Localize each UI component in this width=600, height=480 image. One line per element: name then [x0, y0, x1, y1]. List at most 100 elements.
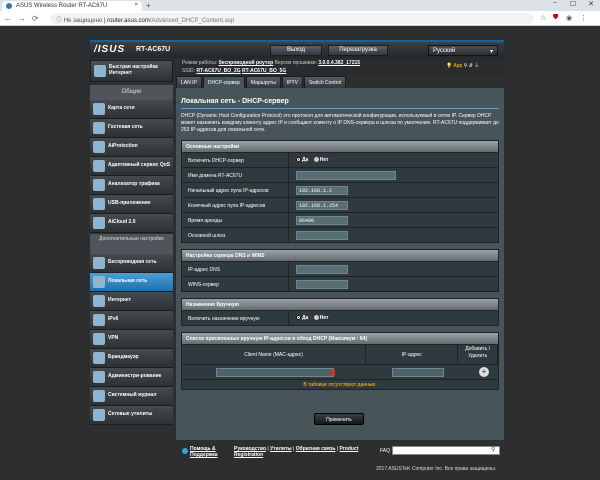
sidebar-item-traffic-analyzer[interactable]: Анализатор трафика [90, 176, 173, 195]
tab-dhcp-server[interactable]: DHCP-сервер [202, 76, 245, 88]
start-ip-row: Начальный адрес пула IP-адресов 192.168.… [182, 182, 498, 197]
ssid-2g[interactable]: RT-AC67U_BO_2G [196, 68, 240, 74]
sidebar-item-lan[interactable]: Локальная сеть [90, 273, 173, 292]
forward-button[interactable]: → [18, 14, 26, 23]
language-select[interactable]: Русский ▾ [428, 45, 498, 56]
firmware-label: Версия прошивки: [274, 60, 317, 66]
sidebar-item-label: USB-приложение [108, 200, 151, 206]
wins-label: WINS-сервер [188, 282, 219, 288]
dhcp-yes-radio[interactable] [296, 157, 301, 163]
sidebar-item-label: Сетевые утилиты [108, 411, 153, 417]
lease-input[interactable]: 86400 [296, 216, 348, 225]
search-icon[interactable]: ⚲ [491, 446, 495, 453]
sidebar-item-usb[interactable]: USB-приложение [90, 195, 173, 214]
wins-row: WINS-сервер [182, 276, 498, 291]
general-section-header: Общие [90, 85, 173, 100]
favicon-icon [6, 3, 12, 9]
help-link[interactable]: Помощь & Поддержка [190, 446, 230, 458]
sidebar-item-vpn[interactable]: VPN [90, 330, 173, 349]
utilities-link[interactable]: Утилиты [270, 446, 292, 452]
sidebar-item-administration[interactable]: Администри-рование [90, 368, 173, 387]
help-icon [182, 448, 188, 454]
advanced-section-header: Дополнительные настройки [90, 234, 173, 254]
start-ip-input[interactable]: 192.168.1.2 [296, 186, 348, 195]
basic-settings-group: Основные настройки Включить DHCP-сервер … [181, 140, 499, 243]
language-value: Русский [433, 48, 456, 54]
mac-dropdown-icon[interactable] [330, 369, 335, 376]
minimize-button[interactable]: − [546, 0, 564, 11]
app-label[interactable]: App [453, 63, 462, 69]
reboot-button[interactable]: Перезагрузка [328, 45, 388, 56]
sidebar-item-label: VPN [108, 335, 119, 341]
sidebar-item-wireless[interactable]: Беспроводная сеть [90, 254, 173, 273]
close-window-button[interactable]: ✕ [582, 0, 600, 11]
sidebar-item-firewall[interactable]: Брандмауэр [90, 349, 173, 368]
menu-icon[interactable]: ⋮ [580, 14, 587, 22]
manual-assignment-group: Назначение Вручную Включить назначение в… [181, 298, 499, 326]
tab-routes[interactable]: Маршруты [245, 76, 281, 88]
dns-wins-header: Настройка сервера DNS и WINS [182, 250, 498, 261]
firmware-link[interactable]: 3.0.0.4.382_17215 [318, 60, 360, 66]
basic-settings-header: Основные настройки [182, 141, 498, 152]
sidebar-item-wan[interactable]: Интернет [90, 292, 173, 311]
gateway-input[interactable] [296, 231, 348, 240]
sidebar-item-network-tools[interactable]: Сетевые утилиты [90, 406, 173, 425]
tab-switch-control[interactable]: Switch Control [303, 76, 347, 88]
mode-link[interactable]: беспроводной роутер [219, 60, 274, 66]
url-path: /Advanced_DHCP_Content.asp [149, 18, 235, 24]
sidebar-item-label: AiCloud 2.0 [108, 219, 136, 225]
maximize-button[interactable]: ☐ [564, 0, 582, 11]
manual-row: Включить назначение вручную Да Нет [182, 310, 498, 325]
sidebar-item-ipv6[interactable]: IPv6 [90, 311, 173, 330]
tab-close-icon[interactable]: × [134, 2, 138, 8]
wins-input[interactable] [296, 280, 348, 289]
bulb-icon[interactable]: 💡 [446, 63, 452, 69]
sidebar-item-label: Интернет [108, 297, 132, 303]
logout-button[interactable]: Выход [270, 45, 322, 56]
sidebar-item-aiprotection[interactable]: AiProtection [90, 138, 173, 157]
copyright: 2017 ASUSTeK Computer Inc. Все права защ… [376, 466, 497, 472]
faq-search-input[interactable] [392, 446, 500, 455]
mac-input[interactable] [216, 368, 334, 377]
footer: Помощь & Поддержка Руководство | Утилиты… [176, 445, 504, 461]
dns-input[interactable] [296, 265, 348, 274]
end-ip-input[interactable]: 192.168.1.254 [296, 201, 348, 210]
sidebar-item-system-log[interactable]: Системный журнал [90, 387, 173, 406]
main-panel: Локальная сеть - DHCP-сервер DHCP (Dynam… [176, 88, 504, 440]
tab-lan-ip[interactable]: LAN IP [176, 76, 202, 88]
account-icon[interactable]: ◉ [566, 14, 572, 22]
manual-no-radio[interactable] [313, 315, 319, 321]
shield-extension-icon[interactable]: ⛊ [553, 14, 558, 22]
browser-tab[interactable]: ASUS Wireless Router RT-AC67U × [2, 1, 142, 11]
sidebar-item-aicloud[interactable]: AiCloud 2.0 [90, 214, 173, 233]
sidebar-item-label: Брандмауэр [108, 354, 139, 360]
sidebar-item-guest-network[interactable]: Гостевая сеть [90, 119, 173, 138]
ip-input[interactable] [392, 368, 444, 377]
sidebar-item-qos[interactable]: Адаптивный сервис QoS [90, 157, 173, 176]
ssid-5g[interactable]: RT-AC67U_BO_5G [242, 68, 286, 74]
network-icon[interactable]: ⚲ ⇵ ⏚ [464, 63, 480, 69]
sub-tabs: LAN IP DHCP-сервер Маршруты IPTV Switch … [176, 76, 347, 88]
quick-setup-button[interactable]: Быстрая настройка Интернет [90, 60, 173, 82]
apply-button[interactable]: Применить [314, 413, 364, 425]
guest-network-icon [93, 122, 105, 134]
manual-assignment-header: Назначение Вручную [182, 299, 498, 310]
tab-iptv[interactable]: IPTV [281, 76, 303, 88]
lan-icon [93, 276, 105, 288]
add-icon[interactable]: + [479, 367, 489, 377]
dhcp-yes-label: Да [302, 157, 309, 163]
feedback-link[interactable]: Обратная связь [296, 446, 336, 452]
reload-button[interactable]: ⟳ [32, 14, 39, 23]
not-secure-label: Не защищено [63, 18, 103, 24]
manual-list-group: Список присвоенных вручную IP-адресов в … [181, 332, 499, 390]
back-button[interactable]: ← [4, 14, 12, 23]
star-icon[interactable]: ☆ [540, 14, 546, 22]
manual-yes-radio[interactable] [296, 315, 301, 321]
end-ip-row: Конечный адрес пула IP-адресов 192.168.1… [182, 197, 498, 212]
dhcp-no-radio[interactable] [313, 157, 319, 163]
sidebar-item-network-map[interactable]: Карта сети [90, 100, 173, 119]
manual-radio: Да Нет [296, 315, 329, 321]
new-tab-button[interactable]: + [146, 1, 151, 10]
url-input[interactable]: ⓘ Не защищено | router.asus.com/Advanced… [50, 13, 534, 24]
domain-input[interactable] [296, 171, 396, 180]
